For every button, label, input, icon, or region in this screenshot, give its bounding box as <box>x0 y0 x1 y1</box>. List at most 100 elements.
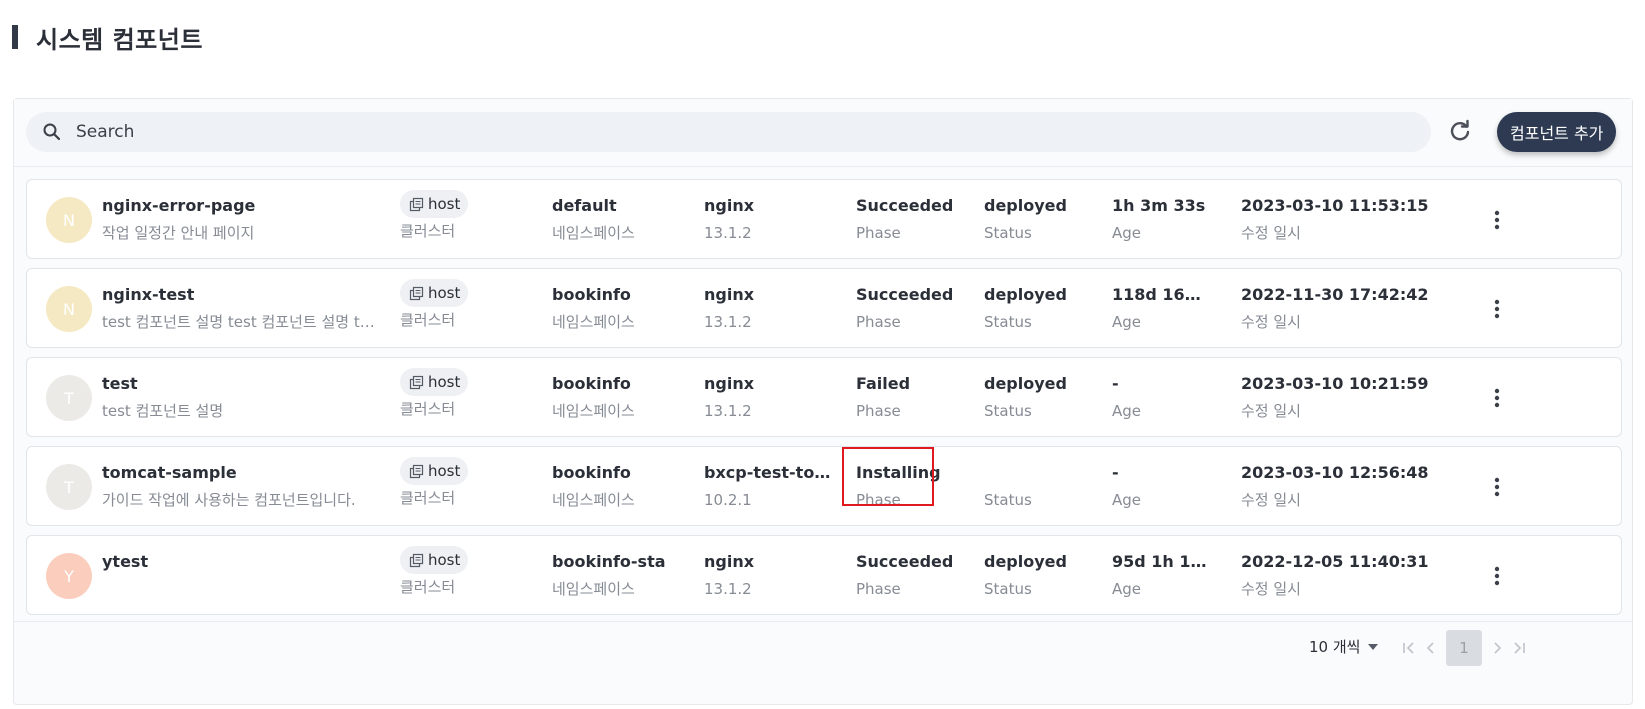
namespace-value: default <box>552 196 617 215</box>
name-value[interactable]: tomcat-sample <box>102 462 377 484</box>
component-row[interactable]: Ttomcat-sample 가이드 작업에 사용하는 컴포넌트입니다. host 클… <box>26 446 1622 526</box>
namespace-cell: bookinfo-sta 네임스페이스 <box>552 551 682 599</box>
more-vertical-icon <box>1494 477 1500 497</box>
namespace-value: bookinfo-sta <box>552 552 666 571</box>
cluster-chip: host <box>400 457 469 485</box>
page-number-button[interactable]: 1 <box>1446 630 1482 666</box>
modified-cell: 2023-03-10 11:53:15 수정 일시 <box>1241 195 1441 243</box>
more-menu-button[interactable] <box>1483 562 1511 590</box>
phase-label: Phase <box>856 402 901 420</box>
refresh-icon <box>1450 119 1470 141</box>
chart-cell: nginx 13.1.2 <box>704 373 834 421</box>
chart-label: 13.1.2 <box>704 313 752 331</box>
namespace-value: bookinfo <box>552 374 631 393</box>
more-vertical-icon <box>1494 210 1500 230</box>
add-component-button[interactable]: 컴포넌트 추가 <box>1497 112 1617 152</box>
cluster-chip: host <box>400 546 469 574</box>
name-label <box>102 579 377 599</box>
title-accent-bar <box>12 25 18 49</box>
avatar: T <box>46 464 92 510</box>
status-label: Status <box>984 580 1032 598</box>
name-label: 가이드 작업에 사용하는 컴포넌트입니다. <box>102 491 356 509</box>
avatar: T <box>46 375 92 421</box>
chart-cell: nginx 13.1.2 <box>704 195 834 243</box>
component-row[interactable]: Yytest host 클러스터 bookinfo-sta 네임스페이스 nginx 13.… <box>26 535 1622 615</box>
toolbar: 컴포넌트 추가 <box>14 99 1632 167</box>
name-label: test 컴포넌트 설명 test 컴포넌트 설명 test 컴포넌트 설명 <box>102 313 377 331</box>
component-row[interactable]: Nnginx-error-page 작업 일정간 안내 페이지 host 클러스터 de… <box>26 179 1622 259</box>
name-cell: ytest <box>102 551 377 599</box>
cluster-icon <box>409 197 424 211</box>
status-value: deployed <box>984 196 1067 215</box>
namespace-value: bookinfo <box>552 463 631 482</box>
status-value: deployed <box>984 552 1067 571</box>
modified-value: 2022-12-05 11:40:31 <box>1241 552 1429 571</box>
status-label: Status <box>984 402 1032 420</box>
next-page-icon[interactable] <box>1486 631 1508 665</box>
age-value: 1h 3m 33s <box>1112 196 1206 215</box>
age-cell: 1h 3m 33s Age <box>1112 195 1212 243</box>
namespace-label: 네임스페이스 <box>552 402 635 420</box>
name-cell: tomcat-sample 가이드 작업에 사용하는 컴포넌트입니다. <box>102 462 377 510</box>
cluster-icon <box>409 464 424 478</box>
cluster-icon <box>409 553 424 567</box>
more-menu-button[interactable] <box>1483 295 1511 323</box>
first-page-icon[interactable] <box>1398 631 1420 665</box>
phase-value: Succeeded <box>856 552 954 571</box>
phase-label: Phase <box>856 224 901 242</box>
cluster-chip: host <box>400 279 469 307</box>
age-value: - <box>1112 463 1119 482</box>
phase-value: Installing <box>856 463 941 482</box>
search-icon <box>43 123 61 141</box>
modified-value: 2023-03-10 10:21:59 <box>1241 374 1429 393</box>
name-value[interactable]: nginx-test <box>102 284 377 306</box>
refresh-button[interactable] <box>1446 117 1474 145</box>
phase-label: Phase <box>856 580 901 598</box>
status-label: Status <box>984 224 1032 242</box>
cluster-cell: host 클러스터 <box>400 190 520 241</box>
status-cell: deployed Status <box>984 284 1094 332</box>
modified-value: 2023-03-10 12:56:48 <box>1241 463 1429 482</box>
age-cell: - Age <box>1112 373 1212 421</box>
namespace-label: 네임스페이스 <box>552 224 635 242</box>
chart-value: nginx <box>704 196 755 215</box>
page-size-select[interactable]: 10 개씩 <box>1309 636 1379 657</box>
search-box[interactable] <box>26 112 1431 152</box>
modified-label: 수정 일시 <box>1241 491 1301 509</box>
page-size-label: 10 개씩 <box>1309 638 1361 656</box>
cluster-label: 클러스터 <box>400 400 456 418</box>
more-menu-button[interactable] <box>1483 473 1511 501</box>
status-value: deployed <box>984 374 1067 393</box>
chart-value: nginx <box>704 285 755 304</box>
status-cell: deployed Status <box>984 195 1094 243</box>
cluster-label: 클러스터 <box>400 578 456 596</box>
page-title: 시스템 컴포넌트 <box>36 25 203 54</box>
modified-value: 2022-11-30 17:42:42 <box>1241 285 1429 304</box>
avatar: N <box>46 286 92 332</box>
more-menu-button[interactable] <box>1483 206 1511 234</box>
name-value[interactable]: nginx-error-page <box>102 195 377 217</box>
status-value: deployed <box>984 285 1067 304</box>
age-cell: 95d 1h 17m Age <box>1112 551 1212 599</box>
component-row[interactable]: Ttest test 컴포넌트 설명 host 클러스터 bookinfo 네임스페이스 n… <box>26 357 1622 437</box>
chart-value: nginx <box>704 552 755 571</box>
last-page-icon[interactable] <box>1508 631 1530 665</box>
chart-label: 13.1.2 <box>704 402 752 420</box>
name-value[interactable]: test <box>102 373 377 395</box>
modified-label: 수정 일시 <box>1241 402 1301 420</box>
phase-value: Failed <box>856 374 911 393</box>
cluster-icon <box>409 375 424 389</box>
status-cell: deployed Status <box>984 551 1094 599</box>
search-input[interactable] <box>76 122 1376 142</box>
prev-page-icon[interactable] <box>1420 631 1442 665</box>
phase-cell: Installing Phase <box>856 462 966 510</box>
more-menu-button[interactable] <box>1483 384 1511 412</box>
more-vertical-icon <box>1494 388 1500 408</box>
cluster-name: host <box>428 284 461 302</box>
status-value <box>984 462 1094 484</box>
component-row[interactable]: Nnginx-test test 컴포넌트 설명 test 컴포넌트 설명 tes… <box>26 268 1622 348</box>
cluster-name: host <box>428 462 461 480</box>
name-value[interactable]: ytest <box>102 551 377 573</box>
cluster-icon <box>409 286 424 300</box>
more-vertical-icon <box>1494 299 1500 319</box>
